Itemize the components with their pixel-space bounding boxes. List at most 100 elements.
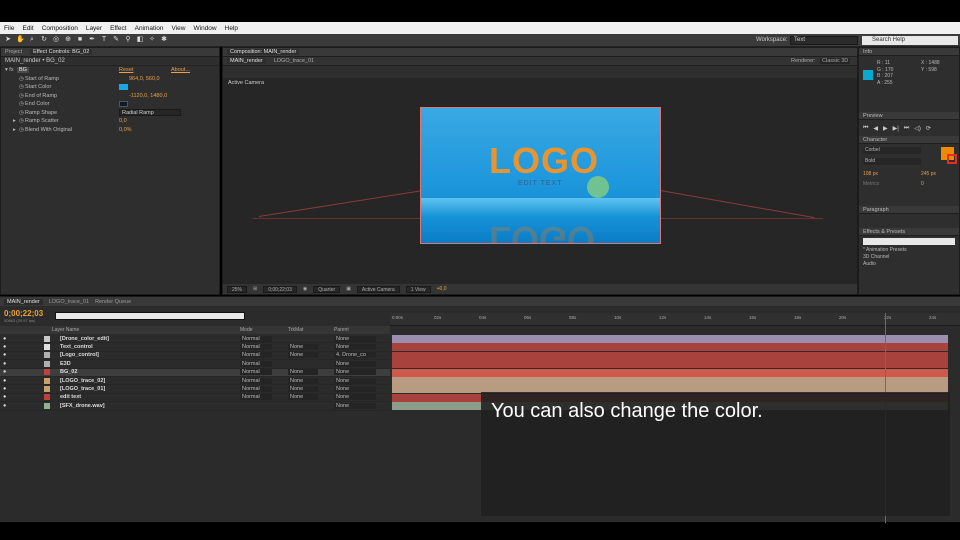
layer-name[interactable]: [Logo_control] [60, 352, 99, 358]
prop-end-color[interactable]: ◷ End Color [1, 100, 219, 109]
col-parent[interactable]: Parent [334, 327, 349, 333]
layer-row[interactable]: ● [Logo_control] Normal None 4. Drone_co [0, 352, 390, 361]
puppet-tool-icon[interactable]: ✱ [160, 36, 168, 44]
about-link[interactable]: About... [171, 67, 190, 73]
exposure-value[interactable]: +0,0 [437, 286, 447, 292]
layer-parent-select[interactable]: None [334, 344, 376, 351]
visibility-eye-icon[interactable]: ● [3, 361, 6, 367]
stopwatch-icon[interactable]: ◷ [19, 93, 24, 99]
layer-label-color[interactable] [44, 386, 50, 393]
logo-text[interactable]: LOGO [489, 140, 599, 182]
menu-edit[interactable]: Edit [22, 25, 33, 32]
stopwatch-icon[interactable]: ◷ [19, 118, 24, 124]
comp-viewer[interactable]: Active Camera LOGO EDIT TEXT LOGO [223, 78, 857, 284]
layer-trkmat-select[interactable]: None [288, 369, 318, 376]
tracking-value[interactable]: 0 [921, 181, 924, 187]
layer-label-color[interactable] [44, 344, 50, 351]
preset-animation-presets[interactable]: * Animation Presets [863, 247, 959, 254]
layer-parent-select[interactable]: None [334, 369, 376, 376]
layer-label-color[interactable] [44, 377, 50, 384]
visibility-eye-icon[interactable]: ● [3, 403, 6, 409]
col-layer-name[interactable]: Layer Name [52, 327, 79, 333]
hand-tool-icon[interactable]: ✋ [16, 36, 25, 44]
layer-mode-select[interactable]: Normal [240, 335, 272, 342]
menu-layer[interactable]: Layer [86, 25, 102, 32]
layer-name[interactable]: edit text [60, 394, 81, 400]
search-help-input[interactable]: Search Help [862, 36, 958, 45]
type-tool-icon[interactable]: T [100, 36, 108, 44]
layer-row[interactable]: ● E3D Normal None [0, 360, 390, 369]
layer-duration-bar[interactable] [392, 343, 948, 352]
layer-trkmat-select[interactable]: None [288, 344, 318, 351]
layer-duration-bar[interactable] [392, 351, 948, 360]
menu-effect[interactable]: Effect [110, 25, 127, 32]
resolution-select[interactable]: Quarter [313, 285, 341, 293]
end-color-swatch[interactable] [119, 101, 128, 107]
font-size-value[interactable]: 108 px [863, 171, 878, 177]
visibility-eye-icon[interactable]: ● [3, 394, 6, 400]
visibility-eye-icon[interactable]: ● [3, 344, 6, 350]
layer-parent-select[interactable]: None [334, 360, 376, 367]
menu-animation[interactable]: Animation [135, 25, 164, 32]
layer-mode-select[interactable]: Normal [240, 386, 272, 393]
play-icon[interactable]: ▶ [883, 125, 888, 132]
tab-render-queue[interactable]: Render Queue [95, 299, 131, 305]
camera-select[interactable]: Active Camera [356, 285, 400, 293]
info-panel-title[interactable]: Info [859, 48, 959, 56]
grid-icon[interactable]: ⊞ [253, 286, 257, 292]
layer-label-color[interactable] [44, 402, 50, 409]
layer-row[interactable]: ● [LOGO_trace_02] Normal None None [0, 377, 390, 386]
layer-label-color[interactable] [44, 369, 50, 376]
stopwatch-icon[interactable]: ◷ [19, 76, 24, 82]
prop-value[interactable]: 0,0 [119, 118, 127, 124]
tab-effect-controls[interactable]: Effect Controls: BG_02 [30, 49, 93, 55]
comp-timecode[interactable]: 0;00;22;03 [263, 285, 297, 293]
edit-text-label[interactable]: EDIT TEXT [518, 180, 563, 187]
stopwatch-icon[interactable]: ◷ [19, 127, 24, 133]
layer-mode-select[interactable]: Normal [240, 394, 272, 401]
font-style-select[interactable]: Bold [863, 158, 921, 165]
character-panel-title[interactable]: Character [859, 136, 959, 144]
visibility-eye-icon[interactable]: ● [3, 369, 6, 375]
effects-presets-title[interactable]: Effects & Presets [859, 228, 959, 236]
zoom-tool-icon[interactable]: ⌕ [28, 36, 36, 44]
menu-view[interactable]: View [172, 25, 186, 32]
zoom-select[interactable]: 25% [227, 285, 248, 293]
roto-tool-icon[interactable]: ✧ [148, 36, 156, 44]
expand-arrow-icon[interactable]: ▸ [13, 118, 16, 124]
timeline-search-input[interactable] [55, 312, 245, 320]
preset-audio[interactable]: Audio [863, 261, 959, 268]
brush-tool-icon[interactable]: ✎ [112, 36, 120, 44]
tab-composition[interactable]: Composition: MAIN_render [227, 49, 300, 55]
eraser-tool-icon[interactable]: ◧ [136, 36, 144, 44]
stopwatch-icon[interactable]: ◷ [19, 84, 24, 90]
views-select[interactable]: 1 View [405, 285, 431, 293]
layer-duration-bar[interactable] [392, 335, 948, 343]
first-frame-icon[interactable]: ⏮ [863, 125, 868, 132]
comp-canvas[interactable]: LOGO EDIT TEXT LOGO [420, 107, 661, 244]
layer-trkmat-select[interactable]: None [288, 386, 318, 393]
layer-trkmat-select[interactable]: None [288, 352, 318, 359]
paragraph-panel-title[interactable]: Paragraph [859, 206, 959, 214]
ramp-shape-select[interactable]: Radial Ramp [119, 109, 181, 117]
layer-row[interactable]: ● [LOGO_trace_01] Normal None None [0, 385, 390, 394]
prop-value[interactable]: 964,0, 560,0 [129, 76, 160, 82]
layer-name[interactable]: [SFX_drone.wav] [60, 403, 105, 409]
stopwatch-icon[interactable]: ◷ [19, 101, 24, 107]
start-color-swatch[interactable] [119, 84, 128, 90]
next-frame-icon[interactable]: ▶| [893, 125, 899, 132]
visibility-eye-icon[interactable]: ● [3, 386, 6, 392]
timeline-timecode[interactable]: 0;00;22;03 [4, 309, 43, 318]
layer-mode-select[interactable]: Normal [240, 377, 272, 384]
audio-icon[interactable]: ◁) [914, 125, 921, 132]
layer-mode-select[interactable]: Normal [240, 360, 272, 367]
pen-tool-icon[interactable]: ✒ [88, 36, 96, 44]
layer-name[interactable]: Text_control [60, 344, 93, 350]
effect-fx-icon[interactable]: ▾ fx [5, 67, 14, 73]
renderer-value[interactable]: Classic 3D [820, 58, 851, 64]
layer-trkmat-select[interactable]: None [288, 377, 318, 384]
camera-tool-icon[interactable]: ◎ [52, 36, 60, 44]
layer-name[interactable]: BG_02 [60, 369, 77, 375]
snapshot-icon[interactable]: ◉ [303, 286, 307, 292]
layer-row[interactable]: ● edit text Normal None None [0, 394, 390, 403]
